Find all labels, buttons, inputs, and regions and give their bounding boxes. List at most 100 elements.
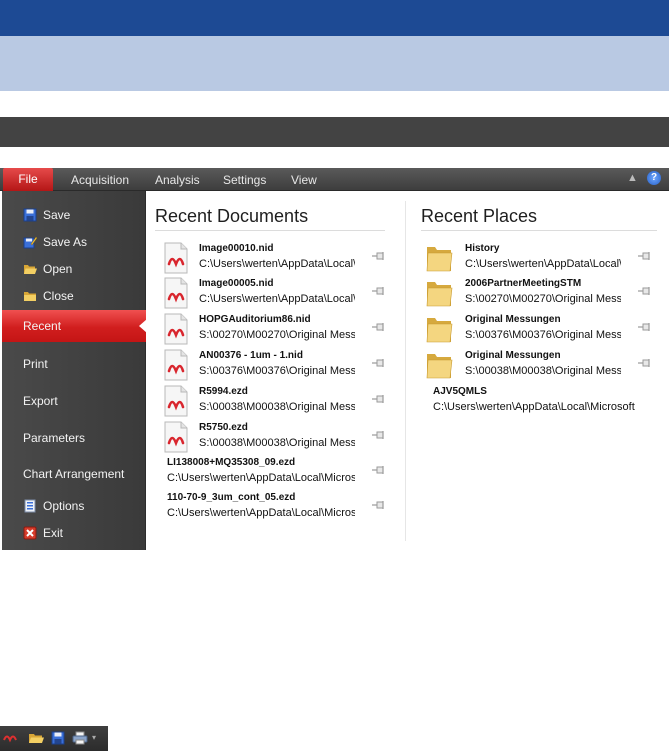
pin-icon[interactable] <box>371 251 385 261</box>
pin-icon[interactable] <box>371 430 385 440</box>
recent-place-name: Original Messungen <box>465 350 561 361</box>
document-file-icon <box>164 313 188 345</box>
pin-icon[interactable] <box>371 500 385 510</box>
recent-place-name: 2006PartnerMeetingSTM <box>465 278 582 289</box>
menu-options-label: Options <box>43 499 85 513</box>
recent-document-item[interactable]: 110-70-9_3um_cont_05.ezd C:\Users\werten\… <box>155 489 385 525</box>
recent-document-item[interactable]: R5994.ezd S:\00038\M00038\Original Messun… <box>155 383 385 419</box>
menu-chart-arrangement[interactable]: Chart Arrangement <box>2 462 146 486</box>
menu-open[interactable]: Open <box>2 257 146 281</box>
column-separator <box>405 201 406 541</box>
help-icon[interactable]: ? <box>647 171 661 185</box>
recent-document-path: C:\Users\werten\AppData\Local\Microsoft <box>167 472 355 484</box>
recent-document-path: S:\00038\M00038\Original Messungen <box>199 401 355 413</box>
recent-place-path: C:\Users\werten\AppData\Local\Microsoft <box>433 401 635 413</box>
open-folder-icon <box>24 265 37 274</box>
recent-document-path: C:\Users\werten\AppData\Local\Microsoft <box>199 258 355 270</box>
recent-document-name: R5994.ezd <box>199 386 248 397</box>
recent-place-path: C:\Users\werten\AppData\Local\Microsoft <box>465 258 621 270</box>
recent-place-path: S:\00376\M00376\Original Messungen <box>465 329 621 341</box>
menu-recent[interactable]: Recent <box>2 310 147 342</box>
tab-acquisition[interactable]: Acquisition <box>71 168 129 191</box>
pin-icon[interactable] <box>637 358 651 368</box>
exit-icon <box>23 526 37 540</box>
recent-document-item[interactable]: Image00005.nid C:\Users\werten\AppData\Lo… <box>155 275 385 311</box>
recent-document-item[interactable]: HOPGAuditorium86.nid S:\00270\M00270\Orig… <box>155 311 385 347</box>
document-file-icon <box>164 277 188 309</box>
recent-place-item[interactable]: AJV5QMLS C:\Users\werten\AppData\Local\Mi… <box>417 383 657 419</box>
pin-icon[interactable] <box>637 286 651 296</box>
menu-save-label: Save <box>43 208 71 222</box>
recent-place-item[interactable]: 2006PartnerMeetingSTM S:\00270\M00270\Ori… <box>417 275 657 311</box>
recent-document-name: LI138008+MQ35308_09.ezd <box>167 457 296 468</box>
recent-document-item[interactable]: AN00376 - 1um - 1.nid S:\00376\M00376\Ori… <box>155 347 385 383</box>
recent-place-item[interactable]: History C:\Users\werten\AppData\Local\Mic… <box>417 240 657 276</box>
document-file-icon <box>164 242 188 274</box>
menu-save-as-label: Save As <box>43 235 88 249</box>
document-file-icon <box>164 421 188 453</box>
recent-place-item[interactable]: Original Messungen S:\00038\M00038\Origin… <box>417 347 657 383</box>
menu-close[interactable]: Close <box>2 284 146 308</box>
save-icon <box>23 208 37 222</box>
menu-save-as[interactable]: Save As <box>2 230 146 254</box>
recent-documents-divider <box>155 230 385 231</box>
ribbon-bar: File Acquisition Analysis Settings View … <box>0 168 669 191</box>
header-subband <box>0 36 669 91</box>
customize-icon[interactable]: ▾ <box>92 731 108 745</box>
menu-parameters-label: Parameters <box>23 431 86 445</box>
pin-icon[interactable] <box>371 286 385 296</box>
pin-icon[interactable] <box>371 358 385 368</box>
options-icon <box>24 499 36 513</box>
save-icon[interactable] <box>50 731 66 745</box>
pin-icon[interactable] <box>371 394 385 404</box>
document-file-icon <box>164 385 188 417</box>
recent-documents-title: Recent Documents <box>155 206 309 226</box>
menu-parameters[interactable]: Parameters <box>2 426 146 450</box>
recent-document-item[interactable]: LI138008+MQ35308_09.ezd C:\Users\werten\A… <box>155 454 385 490</box>
recent-document-item[interactable]: R5750.ezd S:\00038\M00038\Original Messun… <box>155 419 385 455</box>
pin-icon[interactable] <box>637 322 651 332</box>
recent-document-path: S:\00038\M00038\Original Messungen <box>199 437 355 449</box>
recent-place-name: Original Messungen <box>465 314 561 325</box>
menu-options[interactable]: Options <box>2 494 146 518</box>
menu-exit-label: Exit <box>43 526 64 540</box>
save-as-icon <box>23 236 37 249</box>
menu-export[interactable]: Export <box>2 389 146 413</box>
menu-recent-label: Recent <box>23 319 62 333</box>
recent-place-path: S:\00270\M00270\Original Messungen <box>465 293 621 305</box>
recent-document-path: S:\00270\M00270\Original Messungen <box>199 329 355 341</box>
menu-exit[interactable]: Exit <box>2 521 146 545</box>
recent-document-name: AN00376 - 1um - 1.nid <box>199 350 303 361</box>
recent-document-name: Image00005.nid <box>199 278 274 289</box>
tab-file[interactable]: File <box>3 168 53 191</box>
folder-icon <box>426 282 453 307</box>
header-band <box>0 0 669 36</box>
open-folder-icon[interactable] <box>28 731 44 745</box>
tab-analysis[interactable]: Analysis <box>155 168 200 191</box>
menu-chart-arrangement-label: Chart Arrangement <box>23 467 125 481</box>
pin-icon[interactable] <box>371 465 385 475</box>
pin-icon[interactable] <box>637 251 651 261</box>
folder-icon <box>426 247 453 272</box>
menu-save[interactable]: Save <box>2 203 146 227</box>
backstage-menu: Save Save As Open Close Recent Print Exp… <box>2 191 147 550</box>
print-icon[interactable] <box>72 731 88 745</box>
app-logo-icon[interactable] <box>2 731 18 745</box>
recent-places-divider <box>421 230 657 231</box>
recent-document-name: R5750.ezd <box>199 422 248 433</box>
collapse-ribbon-icon[interactable]: ▲ <box>627 172 638 184</box>
menu-print[interactable]: Print <box>2 352 146 376</box>
recent-place-name: History <box>465 243 500 254</box>
pin-icon[interactable] <box>371 322 385 332</box>
recent-document-item[interactable]: Image00010.nid C:\Users\werten\AppData\Lo… <box>155 240 385 276</box>
menu-print-label: Print <box>23 357 48 371</box>
folder-icon <box>426 354 453 379</box>
title-band <box>0 117 669 147</box>
tab-view[interactable]: View <box>291 168 317 191</box>
recent-document-path: S:\00376\M00376\Original Messungen <box>199 365 355 377</box>
recent-document-name: Image00010.nid <box>199 243 274 254</box>
recent-place-item[interactable]: Original Messungen S:\00376\M00376\Origin… <box>417 311 657 347</box>
tab-settings[interactable]: Settings <box>223 168 266 191</box>
backstage-content: Recent Documents Recent Places Image0001… <box>147 191 669 550</box>
recent-place-path: S:\00038\M00038\Original Messungen <box>465 365 621 377</box>
